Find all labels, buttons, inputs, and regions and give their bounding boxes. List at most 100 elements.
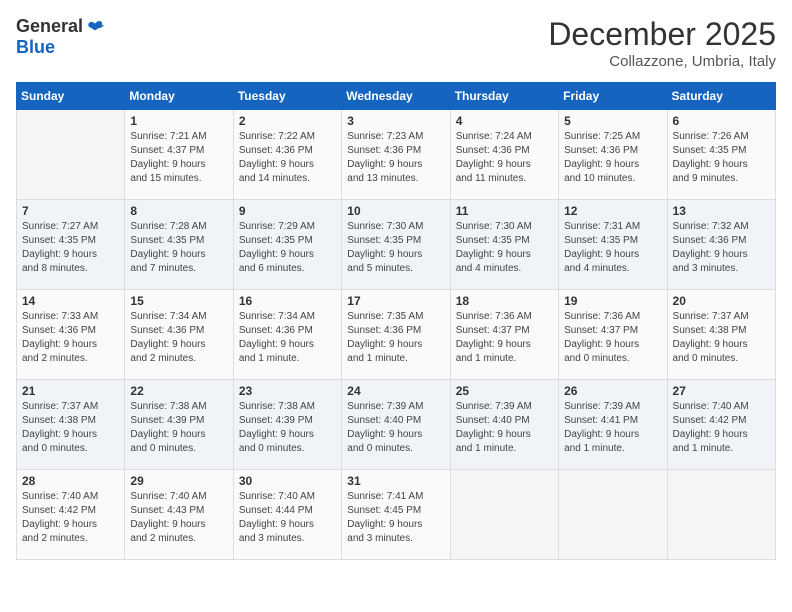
- calendar-cell: 28 Sunrise: 7:40 AM Sunset: 4:42 PM Dayli…: [17, 470, 125, 560]
- day-info: Sunrise: 7:39 AM Sunset: 4:40 PM Dayligh…: [347, 400, 444, 456]
- day-number: 30: [239, 474, 336, 488]
- calendar-cell: 9 Sunrise: 7:29 AM Sunset: 4:35 PM Daylig…: [233, 200, 341, 290]
- day-number: 9: [239, 204, 336, 218]
- calendar-cell: 26Sunrise: 7:39 AM Sunset: 4:41 PM Dayli…: [559, 380, 667, 470]
- day-info: Sunrise: 7:34 AM Sunset: 4:36 PM Dayligh…: [130, 310, 227, 366]
- day-info: Sunrise: 7:33 AM Sunset: 4:36 PM Dayligh…: [22, 310, 119, 366]
- day-info: Sunrise: 7:38 AM Sunset: 4:39 PM Dayligh…: [130, 400, 227, 456]
- weekday-header-monday: Monday: [125, 83, 233, 110]
- day-info: Sunrise: 7:40 AM Sunset: 4:43 PM Dayligh…: [130, 490, 227, 546]
- day-number: 21: [22, 384, 119, 398]
- calendar-cell: 15 Sunrise: 7:34 AM Sunset: 4:36 PM Dayli…: [125, 290, 233, 380]
- calendar-cell: 10Sunrise: 7:30 AM Sunset: 4:35 PM Dayli…: [342, 200, 450, 290]
- weekday-header-row: SundayMondayTuesdayWednesdayThursdayFrid…: [17, 83, 776, 110]
- calendar-cell: [450, 470, 558, 560]
- day-info: Sunrise: 7:24 AM Sunset: 4:36 PM Dayligh…: [456, 130, 553, 186]
- calendar-cell: 27 Sunrise: 7:40 AM Sunset: 4:42 PM Dayli…: [667, 380, 775, 470]
- logo-general-text: General: [16, 16, 83, 37]
- logo-blue-text: Blue: [16, 37, 55, 58]
- day-number: 14: [22, 294, 119, 308]
- day-info: Sunrise: 7:30 AM Sunset: 4:35 PM Dayligh…: [347, 220, 444, 276]
- calendar-cell: 21 Sunrise: 7:37 AM Sunset: 4:38 PM Dayli…: [17, 380, 125, 470]
- day-info: Sunrise: 7:29 AM Sunset: 4:35 PM Dayligh…: [239, 220, 336, 276]
- title-block: December 2025 Collazzone, Umbria, Italy: [548, 16, 776, 70]
- day-info: Sunrise: 7:37 AM Sunset: 4:38 PM Dayligh…: [22, 400, 119, 456]
- day-number: 4: [456, 114, 553, 128]
- day-info: Sunrise: 7:28 AM Sunset: 4:35 PM Dayligh…: [130, 220, 227, 276]
- calendar-cell: [559, 470, 667, 560]
- calendar-cell: 19 Sunrise: 7:36 AM Sunset: 4:37 PM Dayli…: [559, 290, 667, 380]
- day-number: 28: [22, 474, 119, 488]
- day-info: Sunrise: 7:40 AM Sunset: 4:44 PM Dayligh…: [239, 490, 336, 546]
- day-number: 17: [347, 294, 444, 308]
- calendar-cell: 25 Sunrise: 7:39 AM Sunset: 4:40 PM Dayli…: [450, 380, 558, 470]
- day-number: 7: [22, 204, 119, 218]
- calendar-cell: 6 Sunrise: 7:26 AM Sunset: 4:35 PM Daylig…: [667, 110, 775, 200]
- day-info: Sunrise: 7:39 AM Sunset: 4:40 PM Dayligh…: [456, 400, 553, 456]
- day-info: Sunrise: 7:30 AM Sunset: 4:35 PM Dayligh…: [456, 220, 553, 276]
- day-number: 5: [564, 114, 661, 128]
- weekday-header-wednesday: Wednesday: [342, 83, 450, 110]
- day-number: 12: [564, 204, 661, 218]
- calendar-cell: 14 Sunrise: 7:33 AM Sunset: 4:36 PM Dayli…: [17, 290, 125, 380]
- weekday-header-sunday: Sunday: [17, 83, 125, 110]
- day-number: 29: [130, 474, 227, 488]
- day-number: 15: [130, 294, 227, 308]
- calendar-cell: 22 Sunrise: 7:38 AM Sunset: 4:39 PM Dayli…: [125, 380, 233, 470]
- calendar-week-row: 7 Sunrise: 7:27 AM Sunset: 4:35 PM Daylig…: [17, 200, 776, 290]
- day-number: 25: [456, 384, 553, 398]
- day-info: Sunrise: 7:36 AM Sunset: 4:37 PM Dayligh…: [564, 310, 661, 366]
- day-info: Sunrise: 7:40 AM Sunset: 4:42 PM Dayligh…: [22, 490, 119, 546]
- calendar-cell: 13 Sunrise: 7:32 AM Sunset: 4:36 PM Dayli…: [667, 200, 775, 290]
- day-info: Sunrise: 7:32 AM Sunset: 4:36 PM Dayligh…: [673, 220, 770, 276]
- calendar-cell: 24 Sunrise: 7:39 AM Sunset: 4:40 PM Dayli…: [342, 380, 450, 470]
- day-info: Sunrise: 7:36 AM Sunset: 4:37 PM Dayligh…: [456, 310, 553, 366]
- calendar-week-row: 14 Sunrise: 7:33 AM Sunset: 4:36 PM Dayli…: [17, 290, 776, 380]
- calendar-table: SundayMondayTuesdayWednesdayThursdayFrid…: [16, 82, 776, 560]
- day-info: Sunrise: 7:34 AM Sunset: 4:36 PM Dayligh…: [239, 310, 336, 366]
- day-number: 26: [564, 384, 661, 398]
- day-number: 22: [130, 384, 227, 398]
- location-subtitle: Collazzone, Umbria, Italy: [548, 53, 776, 70]
- day-number: 11: [456, 204, 553, 218]
- day-number: 19: [564, 294, 661, 308]
- calendar-week-row: 28 Sunrise: 7:40 AM Sunset: 4:42 PM Dayli…: [17, 470, 776, 560]
- calendar-cell: [667, 470, 775, 560]
- month-title: December 2025: [548, 16, 776, 53]
- calendar-cell: 5Sunrise: 7:25 AM Sunset: 4:36 PM Daylig…: [559, 110, 667, 200]
- calendar-cell: 23Sunrise: 7:38 AM Sunset: 4:39 PM Dayli…: [233, 380, 341, 470]
- day-number: 2: [239, 114, 336, 128]
- calendar-cell: 17 Sunrise: 7:35 AM Sunset: 4:36 PM Dayli…: [342, 290, 450, 380]
- calendar-cell: 18Sunrise: 7:36 AM Sunset: 4:37 PM Dayli…: [450, 290, 558, 380]
- day-number: 20: [673, 294, 770, 308]
- calendar-cell: 20Sunrise: 7:37 AM Sunset: 4:38 PM Dayli…: [667, 290, 775, 380]
- day-number: 16: [239, 294, 336, 308]
- calendar-cell: 1Sunrise: 7:21 AM Sunset: 4:37 PM Daylig…: [125, 110, 233, 200]
- calendar-cell: 7 Sunrise: 7:27 AM Sunset: 4:35 PM Daylig…: [17, 200, 125, 290]
- calendar-cell: 12 Sunrise: 7:31 AM Sunset: 4:35 PM Dayli…: [559, 200, 667, 290]
- calendar-cell: 3Sunrise: 7:23 AM Sunset: 4:36 PM Daylig…: [342, 110, 450, 200]
- day-number: 6: [673, 114, 770, 128]
- day-number: 24: [347, 384, 444, 398]
- weekday-header-thursday: Thursday: [450, 83, 558, 110]
- calendar-cell: 31Sunrise: 7:41 AM Sunset: 4:45 PM Dayli…: [342, 470, 450, 560]
- day-number: 8: [130, 204, 227, 218]
- day-number: 27: [673, 384, 770, 398]
- calendar-cell: 16 Sunrise: 7:34 AM Sunset: 4:36 PM Dayli…: [233, 290, 341, 380]
- calendar-cell: 30 Sunrise: 7:40 AM Sunset: 4:44 PM Dayli…: [233, 470, 341, 560]
- weekday-header-tuesday: Tuesday: [233, 83, 341, 110]
- day-info: Sunrise: 7:27 AM Sunset: 4:35 PM Dayligh…: [22, 220, 119, 276]
- page-header: General Blue December 2025 Collazzone, U…: [16, 16, 776, 70]
- weekday-header-saturday: Saturday: [667, 83, 775, 110]
- calendar-cell: 4 Sunrise: 7:24 AM Sunset: 4:36 PM Daylig…: [450, 110, 558, 200]
- day-info: Sunrise: 7:31 AM Sunset: 4:35 PM Dayligh…: [564, 220, 661, 276]
- day-info: Sunrise: 7:35 AM Sunset: 4:36 PM Dayligh…: [347, 310, 444, 366]
- day-info: Sunrise: 7:26 AM Sunset: 4:35 PM Dayligh…: [673, 130, 770, 186]
- day-info: Sunrise: 7:40 AM Sunset: 4:42 PM Dayligh…: [673, 400, 770, 456]
- day-info: Sunrise: 7:22 AM Sunset: 4:36 PM Dayligh…: [239, 130, 336, 186]
- day-number: 23: [239, 384, 336, 398]
- logo: General Blue: [16, 16, 105, 58]
- calendar-cell: 29 Sunrise: 7:40 AM Sunset: 4:43 PM Dayli…: [125, 470, 233, 560]
- day-number: 13: [673, 204, 770, 218]
- logo-bird-icon: [85, 17, 105, 37]
